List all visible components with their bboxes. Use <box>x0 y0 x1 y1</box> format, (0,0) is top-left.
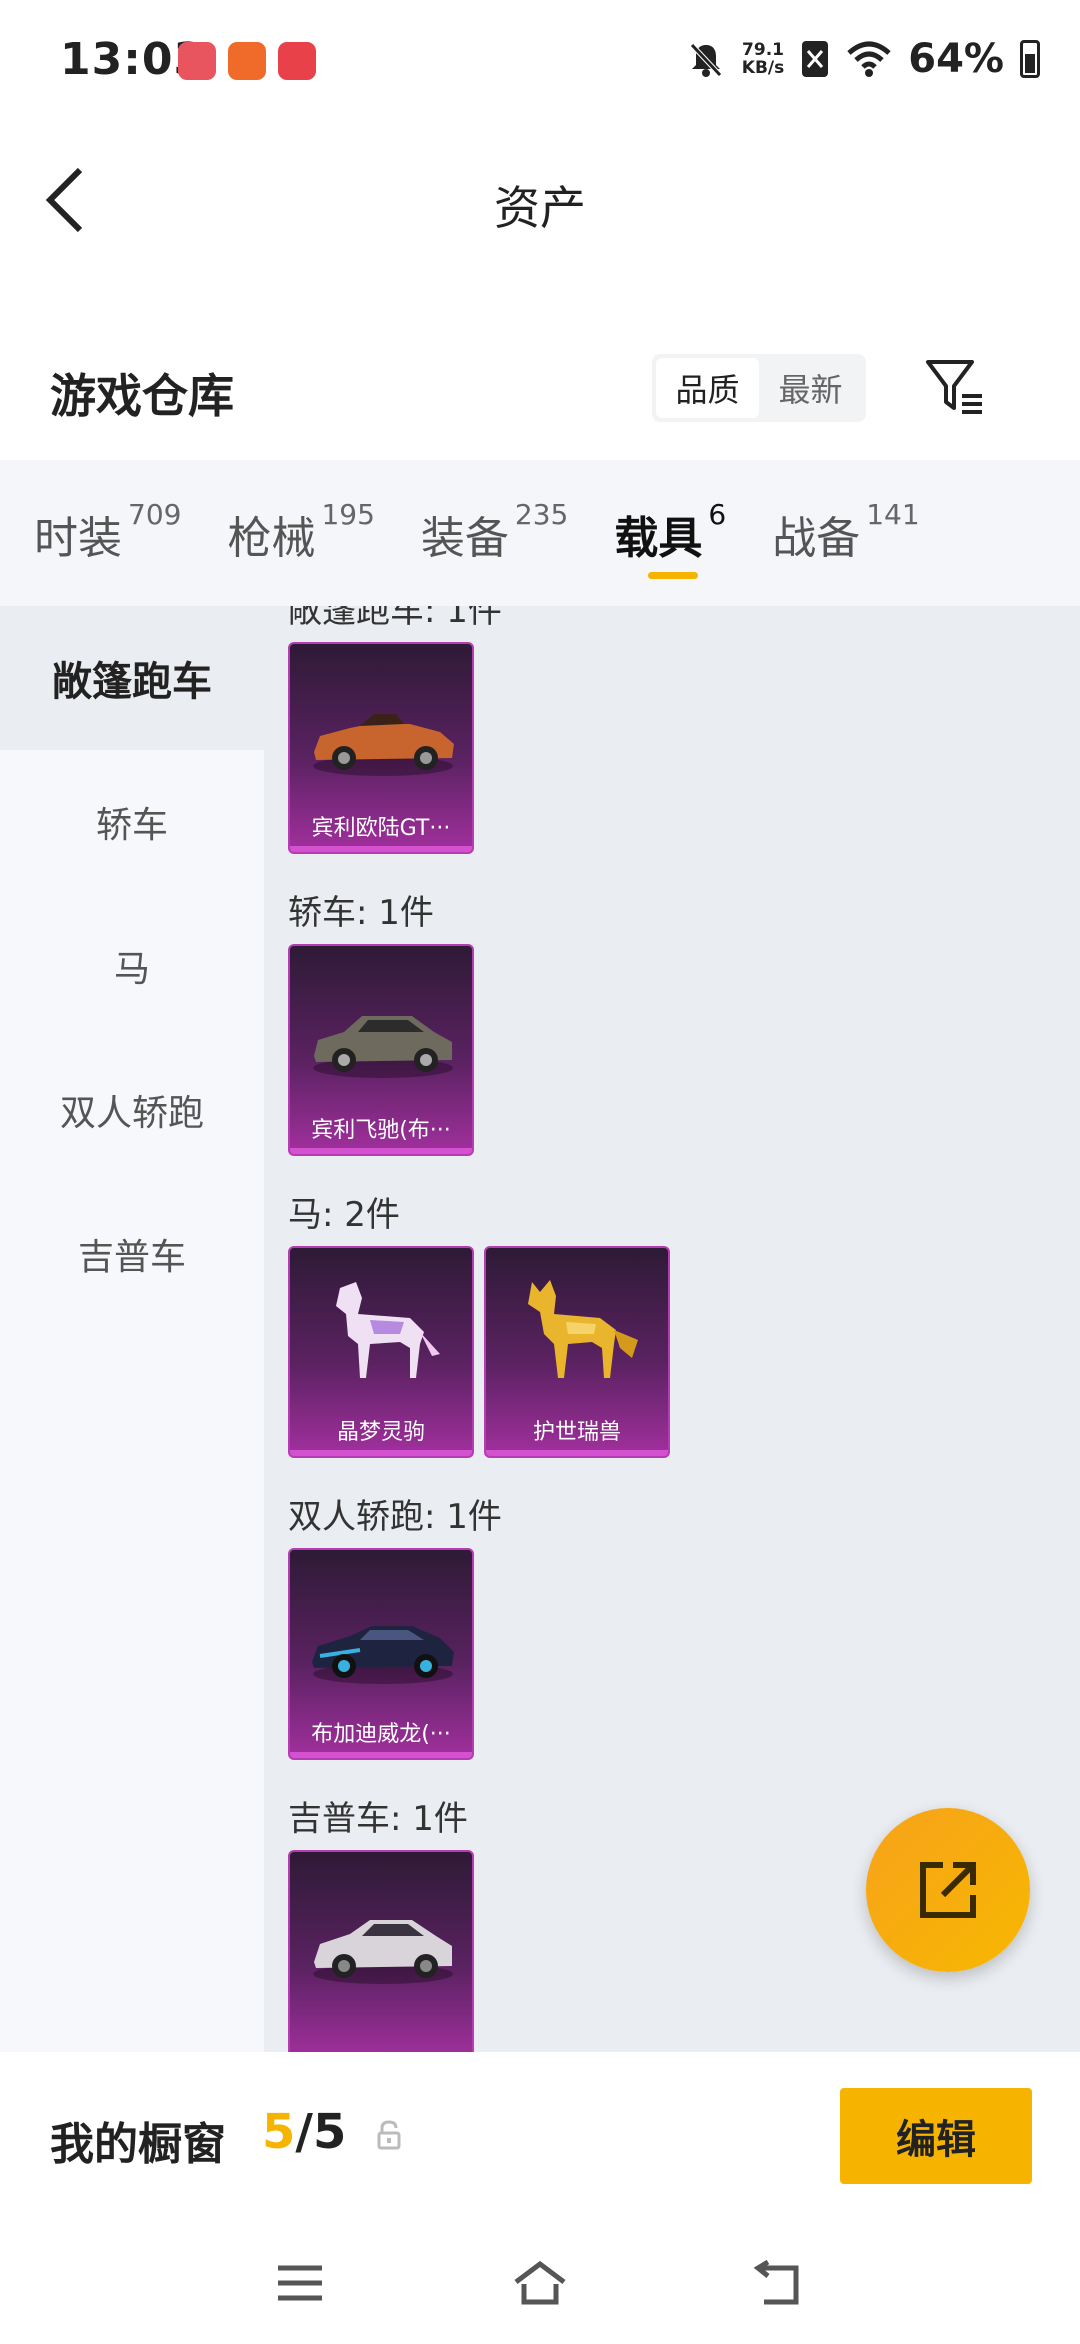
showcase-label: 我的橱窗 <box>50 2119 226 2170</box>
back-icon[interactable] <box>750 2258 810 2308</box>
sort-option-quality[interactable]: 品质 <box>656 358 759 418</box>
card-row: 布加迪威龙(··· <box>288 1548 1080 1760</box>
filter-icon[interactable] <box>920 352 990 422</box>
sports-car-icon <box>312 1626 454 1684</box>
edit-button[interactable]: 编辑 <box>840 2088 1032 2184</box>
group-title: 敞篷跑车: 1件 <box>288 606 502 631</box>
section-title: 游戏仓库 <box>50 369 234 423</box>
notification-icons <box>178 42 316 80</box>
showcase-bar: 我的橱窗 5/5 编辑 <box>0 2052 1080 2222</box>
item-card[interactable]: 宾利欧陆GT··· <box>288 642 474 854</box>
active-tab-indicator <box>648 572 699 579</box>
mute-icon <box>689 43 722 77</box>
app-notification-icon <box>278 42 316 80</box>
item-name: 宾利飞驰(布··· <box>311 1118 451 1143</box>
sidebar-item-sedan[interactable]: 轿车 <box>0 750 264 894</box>
group-title: 双人轿跑: 1件 <box>288 1496 502 1537</box>
group-title: 马: 2件 <box>288 1194 400 1235</box>
card-row: 宾利飞驰(布··· <box>288 944 1080 1156</box>
app-notification-icon <box>228 42 266 80</box>
sidebar-item-convertible[interactable]: 敞篷跑车 <box>0 606 264 750</box>
group-title: 轿车: 1件 <box>288 892 434 933</box>
card-row: 宾利欧陆GT··· <box>288 642 1080 854</box>
battery-icon <box>1020 40 1040 78</box>
item-card[interactable] <box>288 1850 474 2052</box>
item-name: 宾利欧陆GT··· <box>311 816 451 841</box>
sedan-car-icon <box>313 1016 453 1078</box>
page-header: 资产 <box>0 120 1080 280</box>
sidebar-item-jeep[interactable]: 吉普车 <box>0 1182 264 1326</box>
card-row: 晶梦灵驹 护世瑞兽 <box>288 1246 1080 1458</box>
item-card[interactable]: 护世瑞兽 <box>484 1246 670 1458</box>
tab-supplies[interactable]: 战备 141 <box>772 498 919 566</box>
item-card[interactable]: 晶梦灵驹 <box>288 1246 474 1458</box>
golden-beast-icon <box>528 1280 638 1378</box>
item-card[interactable]: 布加迪威龙(··· <box>288 1548 474 1760</box>
battery-percent: 64% <box>908 36 1004 82</box>
system-nav-bar <box>0 2222 1080 2344</box>
no-sim-icon <box>802 41 829 77</box>
tab-weapons[interactable]: 枪械 195 <box>227 498 374 566</box>
page-title: 资产 <box>494 181 586 235</box>
showcase-count: 5/5 <box>262 2104 347 2160</box>
status-indicators: 79.1 KB/s 64% <box>686 36 1040 82</box>
lock-icon <box>377 2120 401 2150</box>
sidebar-item-horse[interactable]: 马 <box>0 894 264 1038</box>
home-icon[interactable] <box>510 2258 570 2308</box>
tab-vehicles[interactable]: 载具 6 <box>614 498 726 579</box>
suv-car-icon <box>313 1920 453 1984</box>
sort-option-newest[interactable]: 最新 <box>759 358 862 418</box>
app-notification-icon <box>178 42 216 80</box>
menu-icon[interactable] <box>270 2258 330 2308</box>
item-name: 布加迪威龙(··· <box>311 1722 451 1747</box>
tab-equipment[interactable]: 装备 235 <box>421 498 568 566</box>
status-bar: 13:03 79.1 KB/s 64% <box>0 0 1080 120</box>
sort-toggle: 品质 最新 <box>652 354 866 422</box>
net-speed: 79.1 KB/s <box>741 40 785 78</box>
item-name: 晶梦灵驹 <box>336 1420 425 1445</box>
share-button[interactable] <box>866 1808 1030 1972</box>
wifi-icon <box>847 41 891 77</box>
sidebar-item-coupe[interactable]: 双人轿跑 <box>0 1038 264 1182</box>
share-icon <box>920 1862 976 1918</box>
item-name: 护世瑞兽 <box>532 1420 621 1445</box>
convertible-car-icon <box>313 714 454 776</box>
category-tabs: 时装 709 枪械 195 装备 235 载具 6 战备 141 <box>0 460 1080 606</box>
item-card[interactable]: 宾利飞驰(布··· <box>288 944 474 1156</box>
subcategory-sidebar: 敞篷跑车 轿车 马 双人轿跑 吉普车 <box>0 606 264 2052</box>
tab-fashion[interactable]: 时装 709 <box>34 498 181 566</box>
crystal-horse-icon <box>336 1282 440 1378</box>
